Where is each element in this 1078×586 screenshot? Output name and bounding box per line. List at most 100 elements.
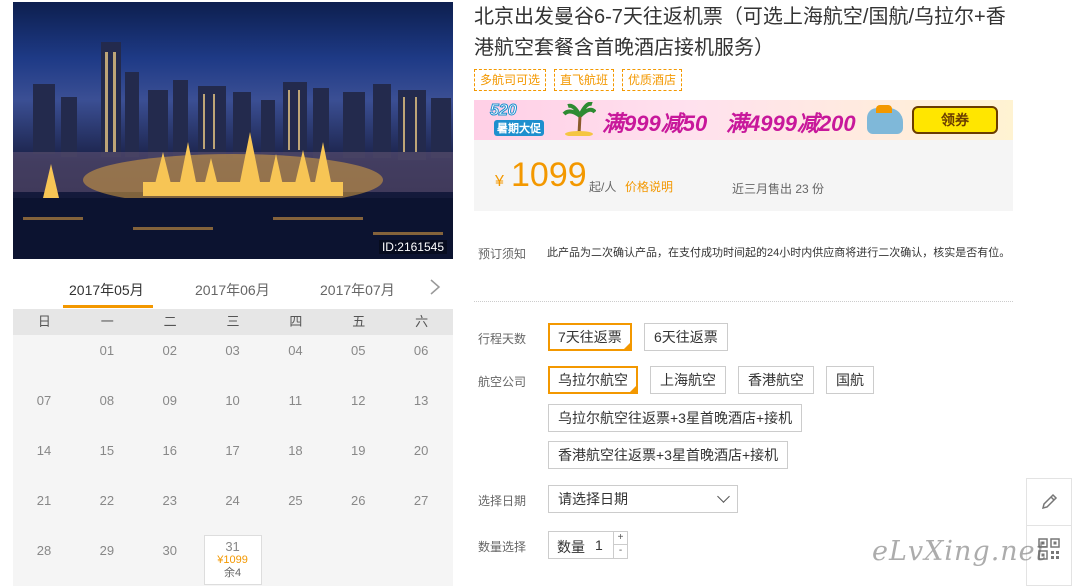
tab-month-may[interactable]: 2017年05月	[69, 280, 144, 300]
date-select-placeholder: 请选择日期	[558, 491, 628, 507]
date-select[interactable]: 请选择日期	[548, 485, 738, 513]
calendar-day: 01	[76, 335, 138, 385]
calendar-day-number: 05	[351, 343, 366, 358]
quantity-text: 数量	[557, 539, 585, 555]
option-air-china[interactable]: 国航	[826, 366, 874, 394]
price-unit: 起/人	[589, 180, 617, 194]
option-6-day[interactable]: 6天往返票	[644, 323, 728, 351]
price-currency: ¥	[495, 173, 504, 190]
calendar-day-number: 12	[351, 393, 366, 408]
calendar-day-number: 07	[36, 393, 52, 408]
pencil-icon[interactable]	[1027, 479, 1071, 525]
calendar-day-number: 09	[162, 393, 177, 408]
calendar-grid: 01 02 03 04 05 06 07 08 09 10 11 12 13 14 15 16 17 18 19 20…	[13, 335, 453, 586]
calendar-day-number: 16	[162, 443, 177, 458]
calendar-day: 20	[390, 435, 452, 485]
calendar-day: 04	[264, 335, 326, 385]
elephant-hat-icon	[876, 105, 892, 113]
weekday-wed: 三	[226, 314, 240, 329]
price-box: ¥ 1099 起/人 价格说明 近三月售出 23 份	[474, 140, 1013, 211]
price-amount: 1099	[511, 156, 587, 194]
calendar-day-number: 25	[288, 493, 303, 508]
calendar-day-number: 30	[162, 543, 177, 558]
banner-offer-2: 满4999减200	[726, 111, 856, 136]
calendar-day: 29	[76, 535, 138, 585]
option-package-ural[interactable]: 乌拉尔航空往返票+3星首晚酒店+接机	[548, 404, 803, 432]
airline-label: 航空公司	[478, 375, 527, 389]
option-package-hongkong[interactable]: 香港航空往返票+3星首晚酒店+接机	[548, 441, 789, 469]
price-explain-link[interactable]: 价格说明	[625, 178, 673, 195]
calendar-day-price: ¥1099	[217, 554, 248, 566]
calendar-day: 16	[139, 435, 201, 485]
calendar-day: 13	[390, 385, 452, 435]
quantity-minus-button[interactable]: -	[613, 545, 627, 558]
site-watermark: eLvXing.net	[872, 536, 1048, 567]
calendar-day: 25	[264, 485, 326, 535]
calendar-day-number: 19	[351, 443, 366, 458]
calendar-day-number: 15	[99, 443, 115, 458]
claim-coupon-button[interactable]: 领券	[912, 106, 998, 134]
calendar-day-number: 13	[413, 393, 429, 408]
quantity-value[interactable]: 1	[595, 537, 603, 553]
calendar-day-number: 02	[162, 343, 177, 358]
calendar-day: 18	[264, 435, 326, 485]
calendar-day: 08	[76, 385, 138, 435]
calendar-day: 02	[139, 335, 201, 385]
chevron-right-icon[interactable]	[429, 278, 441, 302]
calendar-day-number: 28	[36, 543, 52, 558]
calendar-day-available[interactable]: 31 ¥1099 余4	[203, 535, 262, 585]
option-hongkong-airlines[interactable]: 香港航空	[738, 366, 814, 394]
calendar-day: 21	[13, 485, 75, 535]
option-ural-airlines[interactable]: 乌拉尔航空	[548, 366, 638, 397]
calendar-day-number: 11	[288, 393, 303, 408]
calendar-day-number: 20	[413, 443, 429, 458]
option-shanghai-airlines[interactable]: 上海航空	[650, 366, 726, 394]
weekday-mon: 一	[100, 314, 114, 329]
calendar-day: 27	[390, 485, 452, 535]
calendar-day: 15	[76, 435, 138, 485]
option-7-day[interactable]: 7天往返票	[548, 323, 632, 354]
calendar-day: 10	[202, 385, 264, 435]
calendar-day: 09	[139, 385, 201, 435]
weekday-sat: 六	[415, 314, 429, 329]
calendar-day: 05	[327, 335, 389, 385]
calendar-day: 28	[13, 535, 75, 585]
calendar-day-number: 27	[413, 493, 429, 508]
calendar-day-number: 08	[99, 393, 115, 408]
calendar-day-number: 22	[99, 493, 115, 508]
tag-quality-hotel: 优质酒店	[622, 69, 683, 91]
weekday-thu: 四	[289, 314, 303, 329]
bangkok-night-skyline-image	[13, 42, 453, 259]
weekday-fri: 五	[352, 314, 366, 329]
product-photo: ID:2161545	[13, 2, 453, 259]
chevron-down-icon	[717, 490, 730, 503]
promo-banner[interactable]: 520 暑期大促 满999减50 满4999减200 领券	[474, 100, 1013, 140]
photo-id-label: ID:2161545	[378, 240, 447, 254]
side-toolbar	[1026, 478, 1072, 586]
calendar-day: 06	[390, 335, 452, 385]
calendar-day-number: 01	[99, 343, 115, 358]
calendar-day: 03	[202, 335, 264, 385]
calendar-day-number: 21	[36, 493, 52, 508]
calendar-day-number: 14	[36, 443, 52, 458]
tab-month-june[interactable]: 2017年06月	[195, 280, 270, 300]
calendar-day-number: 26	[351, 493, 366, 508]
calendar-day-number: 29	[99, 543, 115, 558]
calendar-day: 07	[13, 385, 75, 435]
calendar-day: 30	[139, 535, 201, 585]
booking-notice-label: 预订须知	[478, 247, 527, 261]
calendar-day: 24	[202, 485, 264, 535]
calendar-day: 12	[327, 385, 389, 435]
quantity-stepper[interactable]: 数量 1 + -	[548, 531, 628, 559]
date-select-label: 选择日期	[478, 494, 527, 508]
tab-month-july[interactable]: 2017年07月	[320, 280, 395, 300]
active-tab-indicator	[63, 305, 153, 308]
calendar-day-number: 31	[225, 539, 240, 554]
calendar-day-remaining: 余4	[224, 567, 242, 579]
trip-days-label: 行程天数	[478, 332, 527, 346]
product-title: 北京出发曼谷6-7天往返机票（可选上海航空/国航/乌拉尔+香港航空套餐含首晚酒店…	[474, 6, 1006, 59]
quantity-plus-button[interactable]: +	[613, 532, 627, 545]
calendar-day: 23	[139, 485, 201, 535]
calendar-day: 22	[76, 485, 138, 535]
section-divider	[474, 301, 1013, 302]
